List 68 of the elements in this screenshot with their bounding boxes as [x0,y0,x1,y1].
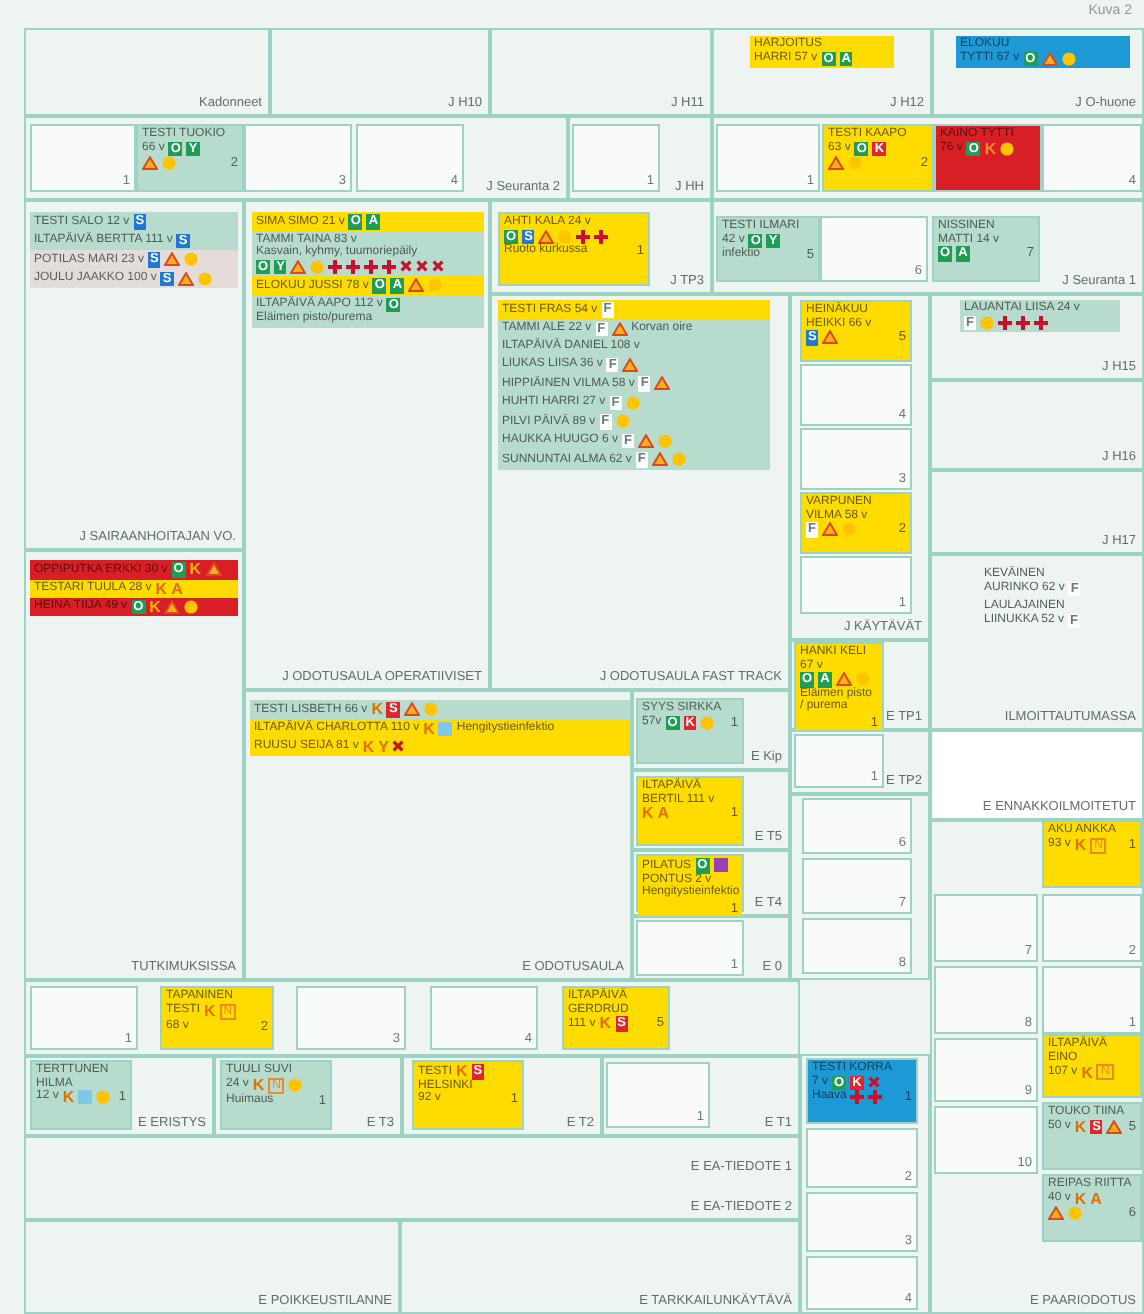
cross-icon [1015,315,1030,330]
warning-icon [1041,51,1058,66]
x-icon [400,260,413,273]
circle-icon [658,433,672,448]
warning-icon [828,156,844,170]
x-icon [432,260,445,273]
status-letter: K [1074,1119,1087,1134]
x-icon [416,260,429,273]
status-letter: K [423,721,435,735]
status-letter: K [1074,838,1087,852]
status-letter: A [171,581,183,595]
warning-icon [821,522,838,537]
status-letter: K [1074,1191,1087,1205]
circle-icon [288,1078,303,1092]
status-letter: K [1081,1065,1093,1079]
circle-icon [184,599,199,614]
status-letter: K [599,1016,612,1031]
status-letter: K [155,581,168,595]
circle-icon [1068,1205,1082,1219]
circle-icon [855,672,870,687]
warning-icon [1048,1205,1064,1219]
cross-icon [576,229,591,244]
cross-icon [346,259,361,274]
warning-icon [538,229,555,244]
status-letter: K [189,562,202,577]
cross-icon [364,259,379,274]
warning-icon [142,156,158,170]
circle-icon [184,252,199,267]
circle-icon [700,715,715,730]
circle-icon [671,452,686,467]
status-letter: K [642,806,654,820]
circle-icon [558,229,573,244]
circle-icon [979,315,994,330]
circle-icon [428,278,443,293]
status-letter: Y [378,739,389,753]
circle-icon [1061,51,1076,66]
status-letter: K [362,739,375,753]
status-letter: K [62,1090,75,1104]
circle-icon [848,156,862,170]
status-letter: K [984,141,997,156]
cross-icon [850,1090,865,1104]
cross-icon [328,259,343,274]
cross-icon [382,259,397,274]
circle-icon [615,414,630,429]
warning-icon [822,330,839,345]
circle-icon [197,271,212,286]
circle-icon [423,702,438,717]
status-letter: A [657,806,670,820]
circle-icon [310,259,325,274]
cross-icon [997,315,1012,330]
warning-icon [835,672,852,687]
status-letter: K [252,1078,265,1092]
circle-icon [1000,141,1015,156]
circle-icon [96,1090,111,1104]
circle-icon [162,156,176,170]
cross-icon [868,1090,883,1104]
status-letter: K [456,1064,468,1079]
status-letter: K [149,599,161,614]
circle-icon [841,522,856,537]
circle-icon [625,395,640,410]
x-icon [392,740,405,752]
warning-icon [1106,1119,1123,1134]
status-letter: K [371,702,383,717]
status-letter: A [1090,1191,1102,1205]
x-icon [867,1076,880,1089]
cross-icon [1033,315,1048,330]
cross-icon [594,229,609,244]
status-letter: K [204,1004,216,1018]
